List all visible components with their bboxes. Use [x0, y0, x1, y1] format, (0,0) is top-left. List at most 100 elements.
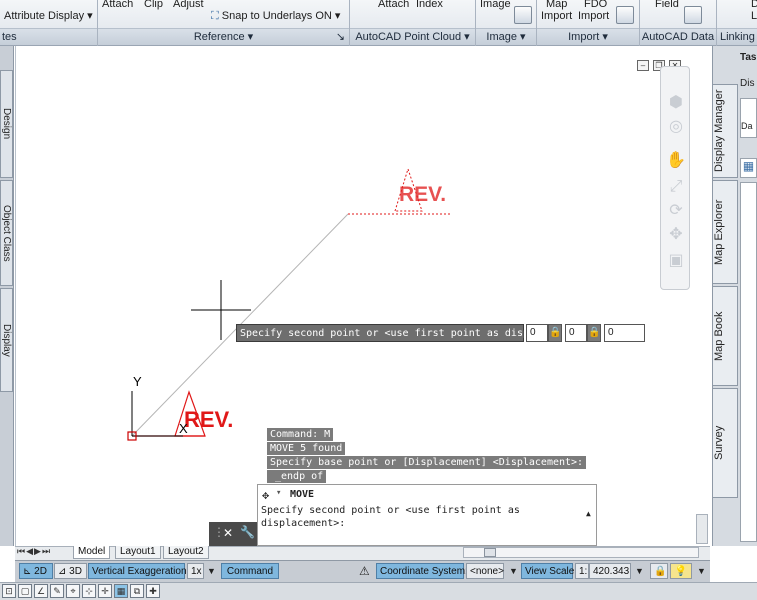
ribbon-group-reference[interactable]: Reference ▾ ↘ — [98, 28, 349, 45]
ducs-icon[interactable]: ✛ — [98, 584, 112, 598]
coordinate-readout[interactable]: 420.343 — [589, 563, 631, 579]
mode-3d-button[interactable]: ⊿ 3D — [54, 563, 87, 579]
chevron-down-icon: ▾ — [87, 10, 93, 22]
command-line-handle[interactable]: ⋮ ✕ 🔧 — [209, 522, 257, 546]
rev-label-top[interactable]: REV. — [399, 183, 446, 207]
snap-to-underlays-button[interactable]: ⛶ Snap to Underlays ON ▾ — [211, 9, 340, 23]
close-icon[interactable]: ✕ — [223, 526, 233, 540]
chevron-down-icon: ▾ — [520, 31, 526, 43]
ribbon-group-linking[interactable]: Linking — [717, 28, 757, 45]
chevron-down-icon[interactable]: ▾ — [276, 488, 281, 498]
attach-button[interactable]: Attach — [102, 0, 133, 10]
steering-wheel-icon[interactable]: ◎ — [666, 117, 686, 137]
dynamic-input-z-field[interactable]: 0 — [604, 324, 645, 342]
task-pane-data-label: Da — [741, 121, 753, 131]
minimize-viewport-icon[interactable]: – — [637, 60, 649, 71]
map-import-button[interactable]: Import — [541, 10, 572, 22]
command-status-button[interactable]: Command — [221, 563, 279, 579]
tab-navigation-arrows[interactable]: ⏮◀▶⏭ — [17, 546, 51, 557]
tab-layout1[interactable]: Layout1 — [115, 546, 161, 559]
lock-icon[interactable]: 🔒 — [548, 324, 562, 342]
coordinate-system-select[interactable]: <none> — [466, 563, 504, 579]
chevron-down-icon[interactable]: ▼ — [697, 566, 706, 576]
mode-2d-button[interactable]: ⊾ 2D — [19, 563, 53, 579]
attribute-display-button[interactable]: Attribute Display ▾ — [4, 9, 93, 22]
lock-icon[interactable]: 🔒 — [650, 563, 668, 579]
command-history-line: Specify base point or [Displacement] <Di… — [267, 456, 587, 469]
ribbon-group-image[interactable]: Image ▾ — [476, 28, 536, 45]
clip-button[interactable]: Clip — [144, 0, 163, 10]
chevron-down-icon: ▾ — [247, 31, 254, 43]
scrollbar-thumb[interactable] — [484, 548, 496, 557]
drawing-geometry[interactable] — [15, 46, 710, 546]
field-button[interactable]: Field — [655, 0, 679, 10]
dyn-icon[interactable]: ▦ — [114, 584, 128, 598]
command-prompt-line: displacement>: — [261, 518, 346, 529]
2d-icon: ⊾ — [23, 566, 32, 577]
task-pane-tool-icon[interactable]: ▦ — [740, 158, 757, 178]
vertical-exaggeration-select[interactable]: 1x — [187, 563, 204, 579]
tab-model[interactable]: Model — [73, 546, 111, 559]
tab-display-manager[interactable]: Display Manager — [712, 84, 738, 178]
ribbon-right-l: L — [751, 10, 757, 22]
chevron-down-icon[interactable]: ▼ — [207, 566, 216, 576]
view-scale-label: View Scale — [521, 563, 574, 579]
palette-tab-design[interactable]: Design — [0, 70, 13, 178]
adjust-button[interactable]: Adjust — [173, 0, 204, 10]
transparency-icon[interactable]: ✚ — [146, 584, 160, 598]
fdo-import-button[interactable]: Import — [578, 10, 609, 22]
wrench-icon[interactable]: 🔧 — [240, 525, 255, 539]
task-pane-content — [740, 182, 757, 542]
chevron-down-icon[interactable]: ▼ — [635, 566, 644, 576]
polar-icon[interactable]: ✎ — [50, 584, 64, 598]
3d-icon: ⊿ — [58, 566, 67, 577]
lightbulb-icon[interactable]: 💡 — [670, 563, 692, 579]
osnap-icon[interactable]: ⌖ — [66, 584, 80, 598]
otrack-icon[interactable]: ⊹ — [82, 584, 96, 598]
image-button[interactable]: Image — [480, 0, 511, 10]
task-pane-data-button[interactable]: Da — [740, 98, 757, 138]
dialog-launcher-icon[interactable]: ↘ — [336, 29, 345, 45]
ribbon-right-d: D — [751, 0, 757, 10]
dynamic-input-prompt: Specify second point or <use first point… — [236, 324, 589, 342]
ribbon-group-point-cloud[interactable]: AutoCAD Point Cloud ▾ — [350, 28, 475, 45]
tab-map-explorer[interactable]: Map Explorer — [712, 180, 738, 284]
pan-icon[interactable]: ✋ — [666, 151, 686, 171]
image-icon[interactable] — [514, 6, 532, 24]
ribbon-group-import[interactable]: Import ▾ — [537, 28, 639, 45]
lineweight-icon[interactable]: ⧉ — [130, 584, 144, 598]
tab-layout2[interactable]: Layout2 — [163, 546, 209, 559]
zoom-extents-icon[interactable]: ⤢ — [666, 177, 686, 197]
tab-survey[interactable]: Survey — [712, 388, 738, 498]
task-pane-header: Dis — [740, 78, 755, 89]
showmotion-icon[interactable]: ▣ — [666, 251, 686, 271]
dynamic-input-y-field[interactable]: 0 — [565, 324, 587, 342]
field-icon[interactable] — [684, 6, 702, 24]
ribbon-group-autocad-data[interactable]: AutoCAD Data — [640, 28, 716, 45]
ortho-icon[interactable]: ∠ — [34, 584, 48, 598]
horizontal-scrollbar[interactable] — [463, 547, 699, 558]
tab-map-book[interactable]: Map Book — [712, 286, 738, 386]
navigate-icon[interactable]: ✥ — [666, 225, 686, 245]
snap-icon[interactable]: ⊡ — [2, 584, 16, 598]
orbit-icon[interactable]: ⟳ — [666, 201, 686, 221]
ribbon-group-tes: tes — [0, 28, 97, 45]
command-window[interactable]: ✥ ▾ MOVE Specify second point or <use fi… — [257, 484, 597, 546]
map-label: Map — [546, 0, 568, 10]
dynamic-input-x-field[interactable]: 0 — [526, 324, 548, 342]
vertical-scrollbar[interactable] — [696, 514, 708, 544]
attach-point-cloud-button[interactable]: Attach — [378, 0, 409, 10]
viewcube-icon[interactable]: ⬢ — [666, 93, 686, 113]
index-button[interactable]: Index — [416, 0, 443, 10]
scroll-up-icon[interactable]: ▲ — [586, 509, 591, 518]
lock-icon[interactable]: 🔒 — [587, 324, 601, 342]
command-history-line: Command: M — [267, 428, 334, 441]
mode-2d-label: 2D — [34, 566, 47, 577]
palette-tab-object-class[interactable]: Object Class — [0, 180, 13, 286]
chevron-down-icon[interactable]: ▼ — [509, 566, 518, 576]
palette-tab-display[interactable]: Display — [0, 288, 13, 392]
rev-label-bottom[interactable]: REV. — [184, 407, 233, 433]
import-icon[interactable] — [616, 6, 634, 24]
chevron-down-icon: ▾ — [464, 31, 470, 43]
grid-icon[interactable]: ▢ — [18, 584, 32, 598]
